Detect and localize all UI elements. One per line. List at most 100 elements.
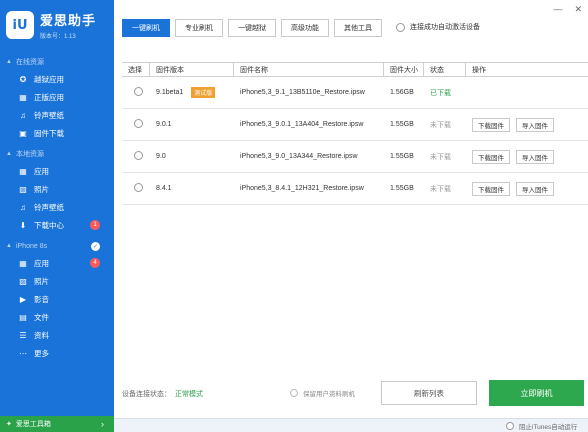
tab[interactable]: 其他工具 <box>334 19 382 37</box>
close-button[interactable]: ✕ <box>574 4 582 15</box>
chevron-right-icon: › <box>101 419 104 429</box>
section-online[interactable]: ▲ 在线资源 <box>0 54 114 70</box>
import-firmware-button[interactable]: 导入固件 <box>516 117 554 132</box>
jailbreak-apps-icon: ✪ <box>19 74 27 84</box>
toolbox-button[interactable]: ✦ 爱思工具箱 › <box>0 416 114 432</box>
toolbox-icon: ✦ <box>6 421 12 428</box>
sidebar-item[interactable]: ▣ 固件下载 <box>0 124 114 142</box>
tab[interactable]: 一键越狱 <box>228 19 276 37</box>
ringtone-icon: ♫ <box>20 202 26 212</box>
app-version: 版本号：1.13 <box>40 34 76 40</box>
header-operation: 操作 <box>472 66 486 74</box>
apps-icon: ▦ <box>19 92 27 102</box>
header-select: 选择 <box>122 62 150 77</box>
collapse-triangle-icon: ▲ <box>6 151 12 157</box>
header-size: 固件大小 <box>384 62 424 77</box>
sidebar-item-label: 应用 <box>34 166 49 176</box>
sidebar-item-label: 照片 <box>34 184 49 194</box>
sidebar-item[interactable]: ▨ 照片 <box>0 180 114 198</box>
sidebar-item[interactable]: ⬇ 下载中心 1 <box>0 216 114 234</box>
auto-activate-radio[interactable] <box>396 22 405 32</box>
firmware-size: 1.55GB <box>390 121 414 128</box>
table-row[interactable]: 9.1beta1 测试版 iPhone5,3_9.1_13B5110e_Restor… <box>122 77 588 109</box>
sidebar-item[interactable]: ▤ 文件 <box>0 308 114 326</box>
sidebar-item-label: 越狱应用 <box>34 74 64 84</box>
firmware-version: 9.0 <box>156 153 166 160</box>
connection-status-value: 正常模式 <box>175 391 203 398</box>
sidebar-item[interactable]: ▦ 应用 <box>0 162 114 180</box>
sidebar-item[interactable]: ▦ 正版应用 <box>0 88 114 106</box>
minimize-button[interactable]: — <box>553 4 562 15</box>
sidebar-item[interactable]: ☰ 资料 <box>0 326 114 344</box>
header-name: 固件名称 <box>234 62 384 77</box>
brand: iU 爱思助手 版本号：1.13 <box>0 0 114 50</box>
tab-bar: 一键刷机 专业刷机 一键越狱 高级功能 其他工具 <box>122 19 382 37</box>
sidebar-item[interactable]: ▨ 照片 <box>0 272 114 290</box>
table-row[interactable]: 9.0.1 iPhone5,3_9.0.1_13A404_Restore.ipsw… <box>122 109 588 141</box>
download-icon: ⬇ <box>19 220 27 230</box>
app-logo-icon: iU <box>6 11 34 39</box>
sidebar-item-label: 文件 <box>34 312 49 322</box>
firmware-version: 9.1beta1 <box>156 89 184 96</box>
refresh-list-button[interactable]: 刷新列表 <box>381 381 477 405</box>
firmware-status: 未下载 <box>430 121 451 129</box>
count-badge: 1 <box>90 220 100 230</box>
import-firmware-button[interactable]: 导入固件 <box>516 181 554 196</box>
firmware-name: iPhone5,3_8.4.1_12H321_Restore.ipsw <box>240 185 364 192</box>
window-controls: — ✕ <box>553 4 582 15</box>
connection-status: 设备连接状态： 正常模式 <box>122 391 203 398</box>
block-itunes-option[interactable]: 阻止iTunes自动运行 <box>506 421 577 431</box>
collapse-triangle-icon: ▲ <box>6 243 12 249</box>
sidebar-item[interactable]: ♫ 铃声壁纸 <box>0 106 114 124</box>
firmware-name: iPhone5,3_9.0_13A344_Restore.ipsw <box>240 153 358 160</box>
sidebar-item-label: 固件下载 <box>34 128 64 138</box>
section-local[interactable]: ▲ 本地资源 <box>0 146 114 162</box>
sidebar-item-label: 铃声壁纸 <box>34 202 64 212</box>
apps-icon: ▦ <box>19 258 27 268</box>
download-firmware-button[interactable]: 下载固件 <box>472 117 510 132</box>
import-firmware-button[interactable]: 导入固件 <box>516 149 554 164</box>
tab[interactable]: 高级功能 <box>281 19 329 37</box>
tab[interactable]: 一键刷机 <box>122 19 170 37</box>
media-icon: ▶ <box>19 294 27 304</box>
tab[interactable]: 专业刷机 <box>175 19 223 37</box>
sidebar-item-label: 下载中心 <box>34 220 64 230</box>
sidebar-item[interactable]: ⋯ 更多 <box>0 344 114 362</box>
row-select-radio[interactable] <box>134 119 143 128</box>
auto-activate-option[interactable]: 连接成功自动激活设备 <box>396 22 480 32</box>
more-icon: ⋯ <box>19 348 27 358</box>
table-row[interactable]: 8.4.1 iPhone5,3_8.4.1_12H321_Restore.ipsw… <box>122 173 588 205</box>
sidebar-item-label: 铃声壁纸 <box>34 110 64 120</box>
count-badge: 4 <box>90 258 100 268</box>
photos-icon: ▨ <box>19 184 27 194</box>
block-itunes-radio[interactable] <box>506 422 514 430</box>
keep-data-option[interactable]: 保留用户资料刷机 <box>290 388 355 398</box>
header-version: 固件版本 <box>150 62 234 77</box>
row-select-radio[interactable] <box>134 87 143 96</box>
sidebar: iU 爱思助手 版本号：1.13 ▲ 在线资源 ✪ 越狱应用 ▦ 正版应用 ♫ 铃声壁纸 ▣… <box>0 0 114 432</box>
row-select-radio[interactable] <box>134 183 143 192</box>
sidebar-item[interactable]: ♫ 铃声壁纸 <box>0 198 114 216</box>
download-firmware-button[interactable]: 下载固件 <box>472 149 510 164</box>
row-select-radio[interactable] <box>134 151 143 160</box>
section-device[interactable]: ▲ iPhone 8s ✓ <box>0 238 114 254</box>
firmware-status: 已下载 <box>430 89 451 97</box>
sidebar-item[interactable]: ▦ 应用 4 <box>0 254 114 272</box>
apps-icon: ▦ <box>19 166 27 176</box>
download-firmware-button[interactable]: 下载固件 <box>472 181 510 196</box>
sidebar-item-label: 照片 <box>34 276 49 286</box>
firmware-name: iPhone5,3_9.1_13B5110e_Restore.ipsw <box>240 89 365 96</box>
keep-data-radio[interactable] <box>290 389 298 397</box>
sidebar-item-label: 影音 <box>34 294 49 304</box>
sidebar-item[interactable]: ✪ 越狱应用 <box>0 70 114 88</box>
sidebar-item-label: 应用 <box>34 258 49 268</box>
flash-now-button[interactable]: 立即刷机 <box>489 380 584 406</box>
header-status: 状态 <box>424 62 466 77</box>
sidebar-item[interactable]: ▶ 影音 <box>0 290 114 308</box>
table-row[interactable]: 9.0 iPhone5,3_9.0_13A344_Restore.ipsw 1.55… <box>122 141 588 173</box>
firmware-icon: ▣ <box>19 128 27 138</box>
firmware-size: 1.56GB <box>390 89 414 96</box>
app-name: 爱思助手 <box>40 13 97 28</box>
firmware-version: 8.4.1 <box>156 185 172 192</box>
sidebar-item-label: 更多 <box>34 348 49 358</box>
